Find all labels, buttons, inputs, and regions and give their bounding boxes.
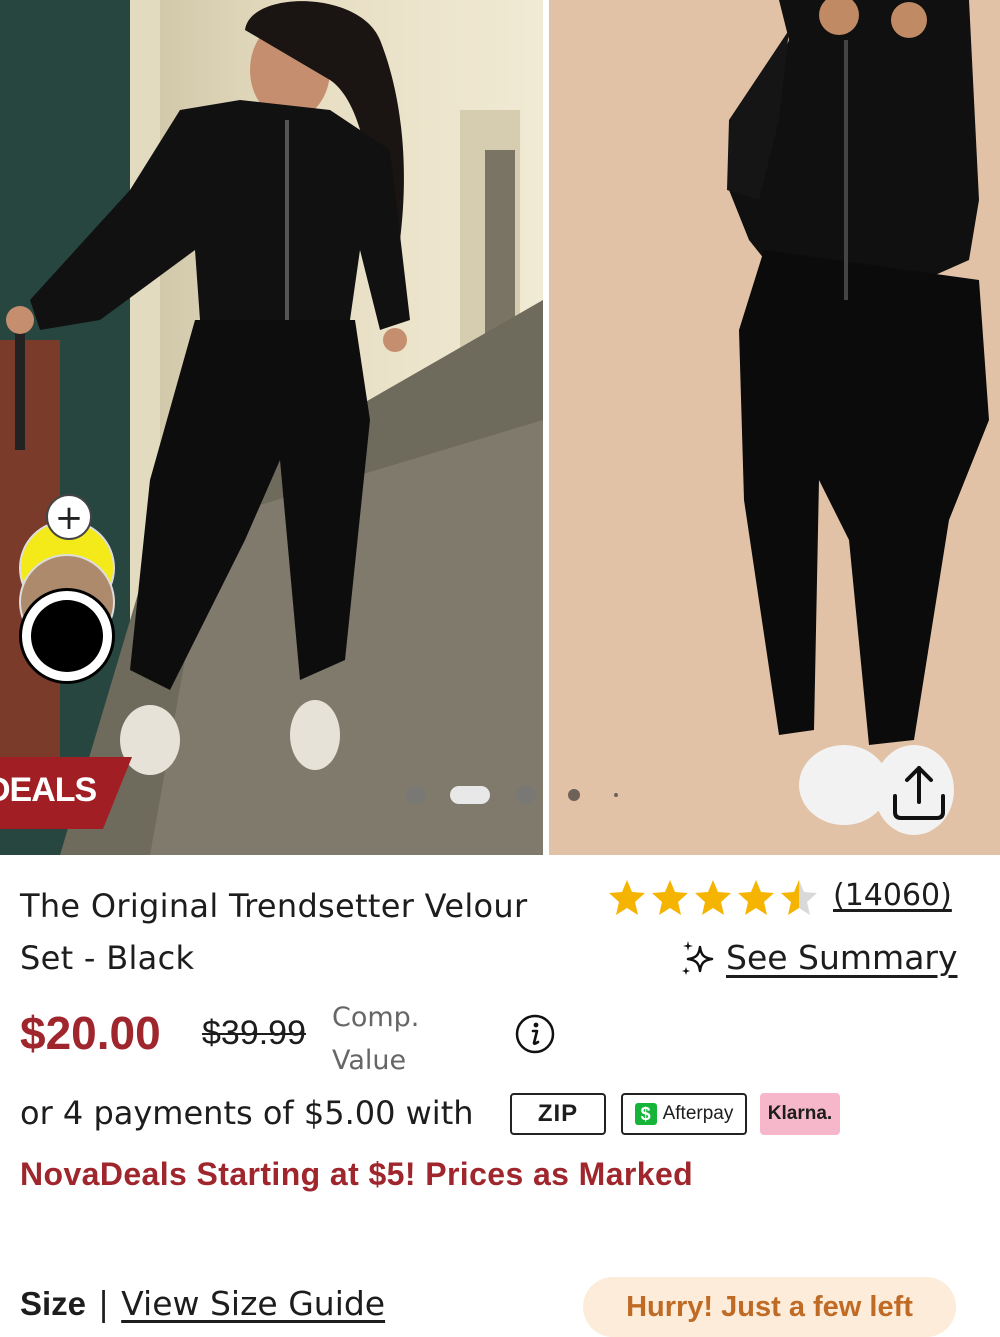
star-icon — [609, 880, 645, 915]
klarna-label: Klarna. — [767, 1103, 833, 1124]
compare-price: $39.99 — [202, 1014, 306, 1052]
star-icon — [652, 880, 688, 915]
product-title: The Original Trendsetter Velour Set - Bl… — [20, 887, 528, 977]
size-label: Size — [20, 1285, 87, 1322]
carousel-dot-active[interactable] — [450, 786, 490, 804]
zip-label: ZIP — [537, 1100, 579, 1127]
product-photo-studio[interactable] — [549, 0, 1000, 855]
promo-banner-text: NovaDeals Starting at $5! Prices as Mark… — [20, 1156, 694, 1192]
carousel-dot[interactable] — [568, 789, 580, 801]
model-illustration-studio — [727, 0, 989, 835]
low-stock-badge: Hurry! Just a few left — [583, 1277, 956, 1337]
afterpay-label: Afterpay — [662, 1103, 734, 1124]
dollar-icon: $ — [634, 1103, 657, 1125]
model-illustration — [0, 0, 543, 855]
sale-price: $20.00 — [20, 1007, 161, 1059]
review-count-link[interactable]: (14060) — [833, 878, 952, 913]
sparkle-icon — [682, 940, 714, 975]
share-button[interactable] — [887, 760, 951, 824]
carousel-dot[interactable] — [614, 793, 618, 797]
half-star-icon — [781, 880, 817, 915]
installments-text: or 4 payments of $5.00 with — [20, 1094, 474, 1132]
swatch-black-selected[interactable] — [19, 588, 115, 684]
see-summary-link[interactable]: See Summary — [680, 938, 958, 977]
more-colors-plus-icon[interactable]: + — [46, 494, 92, 540]
deals-badge-label: DEALS — [0, 771, 97, 809]
view-size-guide-link[interactable]: View Size Guide — [121, 1284, 385, 1323]
see-summary-label: See Summary — [726, 938, 958, 977]
size-separator: | — [98, 1284, 110, 1323]
carousel-dot[interactable] — [516, 786, 536, 804]
star-icon — [738, 880, 774, 915]
klarna-payment-badge[interactable]: Klarna. — [760, 1093, 840, 1135]
info-icon[interactable] — [515, 1014, 555, 1054]
share-icon — [893, 766, 945, 820]
star-icon — [695, 880, 731, 915]
zip-payment-badge[interactable]: ZIP — [510, 1093, 606, 1135]
afterpay-payment-badge[interactable]: $ Afterpay — [621, 1093, 747, 1135]
comp-value-label: Comp. Value — [332, 1002, 420, 1076]
color-swatches: + — [19, 494, 115, 684]
carousel-dot[interactable] — [406, 786, 426, 804]
star-rating[interactable] — [607, 878, 817, 918]
size-header: Size | View Size Guide — [20, 1284, 385, 1323]
product-image-gallery[interactable]: DEALS + — [0, 0, 1000, 855]
product-photo-model-hallway[interactable] — [0, 0, 543, 855]
